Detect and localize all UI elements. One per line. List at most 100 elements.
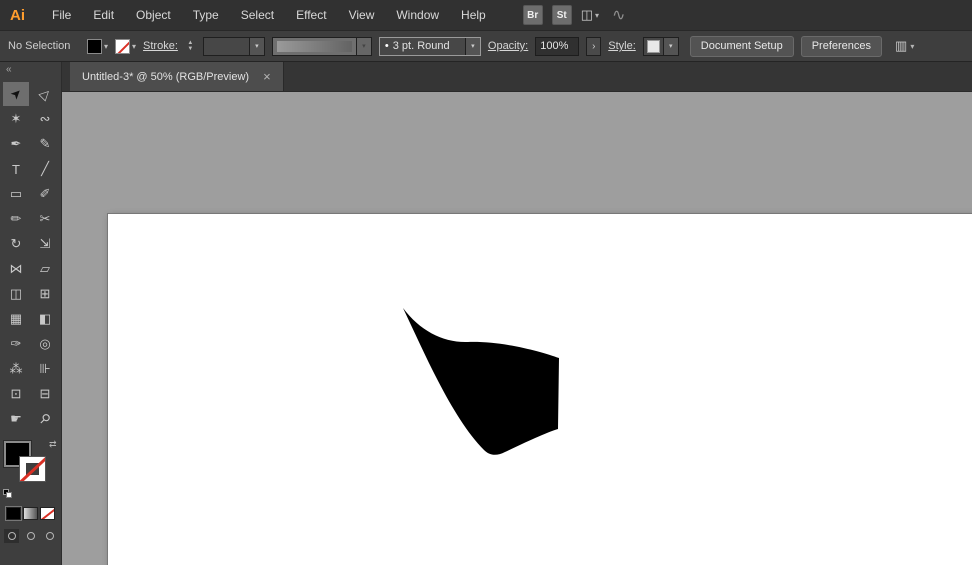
scale-tool-icon: ⇲ — [40, 236, 51, 252]
free-transform-tool[interactable]: ▱ — [32, 257, 58, 281]
curvature-tool[interactable]: ✎ — [32, 132, 58, 156]
brush-dot-icon: • — [380, 40, 389, 52]
scissors-tool[interactable]: ✂ — [32, 207, 58, 231]
hand-tool[interactable]: ☛ — [3, 407, 29, 431]
blend-tool-icon: ◎ — [39, 336, 50, 352]
stroke-width-select[interactable]: ▾ — [203, 37, 265, 56]
chevron-down-icon[interactable]: ▾ — [465, 38, 480, 55]
stepper-down-icon[interactable]: ▼ — [185, 47, 196, 52]
draw-inside-mode-button[interactable] — [42, 529, 57, 543]
chevron-down-icon[interactable]: ▾ — [249, 38, 264, 55]
opacity-label[interactable]: Opacity: — [488, 40, 528, 52]
default-fill-stroke-icon[interactable] — [3, 489, 13, 498]
stroke-label[interactable]: Stroke: — [143, 40, 178, 52]
type-tool[interactable]: T — [3, 157, 29, 181]
menu-object[interactable]: Object — [125, 0, 182, 30]
opacity-input[interactable] — [535, 37, 579, 56]
width-tool[interactable]: ⋈ — [3, 257, 29, 281]
menu-select[interactable]: Select — [230, 0, 285, 30]
blend-tool[interactable]: ◎ — [32, 332, 58, 356]
workspace-icon: ◫ — [581, 7, 593, 23]
document-tab[interactable]: Untitled-3* @ 50% (RGB/Preview) × — [70, 62, 284, 91]
perspective-grid-tool[interactable]: ⊞ — [32, 282, 58, 306]
draw-inside-icon — [46, 532, 54, 540]
zoom-tool[interactable]: ⚲ — [32, 407, 58, 431]
color-button[interactable] — [6, 507, 21, 520]
none-slash-icon — [19, 456, 46, 482]
stroke-color-swatch[interactable] — [19, 456, 46, 482]
direct-selection-tool[interactable]: ▷ — [32, 82, 58, 106]
stepper-up-icon[interactable]: ▲ — [185, 41, 196, 46]
menu-window[interactable]: Window — [385, 0, 450, 30]
pen-tool[interactable]: ✒ — [3, 132, 29, 156]
preferences-button[interactable]: Preferences — [801, 36, 882, 57]
arrange-control[interactable]: ▥ ▾ — [895, 38, 914, 54]
magic-wand-tool[interactable]: ✶ — [3, 107, 29, 131]
chevron-down-icon[interactable]: ▾ — [663, 38, 678, 55]
draw-mode-row — [0, 529, 61, 543]
app-logo[interactable]: Ai — [0, 7, 41, 24]
symbol-sprayer-tool[interactable]: ⁂ — [3, 357, 29, 381]
color-mode-row — [0, 507, 61, 520]
rectangle-tool[interactable]: ▭ — [3, 182, 29, 206]
stroke-color-control[interactable]: ▾ — [115, 39, 136, 54]
rotate-tool[interactable]: ↻ — [3, 232, 29, 256]
lasso-tool[interactable]: ∾ — [32, 107, 58, 131]
chevron-down-icon: ▾ — [910, 42, 914, 51]
menu-edit[interactable]: Edit — [82, 0, 125, 30]
mesh-tool[interactable]: ▦ — [3, 307, 29, 331]
width-profile-select: ▾ — [272, 37, 372, 56]
document-setup-button[interactable]: Document Setup — [690, 36, 794, 57]
scale-tool[interactable]: ⇲ — [32, 232, 58, 256]
chevron-down-icon: ▾ — [595, 11, 599, 20]
opacity-options-button[interactable]: › — [586, 37, 601, 56]
draw-normal-mode-button[interactable] — [4, 529, 19, 543]
style-label[interactable]: Style: — [608, 40, 636, 52]
tab-title: Untitled-3* @ 50% (RGB/Preview) — [82, 71, 249, 83]
stroke-width-stepper[interactable]: ▲ ▼ — [185, 41, 196, 52]
pencil-tool[interactable]: ✏ — [3, 207, 29, 231]
swap-fill-stroke-icon[interactable]: ⇄ — [49, 439, 57, 450]
stock-button[interactable]: St — [552, 5, 572, 25]
menu-help[interactable]: Help — [450, 0, 497, 30]
fill-color-control[interactable]: ▾ — [87, 39, 108, 54]
menu-type[interactable]: Type — [182, 0, 230, 30]
bridge-button[interactable]: Br — [523, 5, 543, 25]
chevron-down-icon: ▾ — [356, 38, 371, 55]
gradient-tool[interactable]: ◧ — [32, 307, 58, 331]
canvas[interactable] — [62, 92, 972, 565]
paintbrush-tool[interactable]: ✐ — [32, 182, 58, 206]
menu-view[interactable]: View — [338, 0, 386, 30]
gradient-button[interactable] — [23, 507, 38, 520]
menubar-right: Br St ◫ ▾ ∿ — [523, 5, 626, 25]
pen-tool-icon: ✒ — [11, 136, 22, 152]
style-select[interactable]: ▾ — [643, 37, 679, 56]
paintbrush-tool-icon: ✐ — [40, 186, 51, 202]
line-segment-tool[interactable]: ╱ — [32, 157, 58, 181]
column-graph-tool-icon: ⊪ — [39, 361, 50, 377]
sync-icon[interactable]: ∿ — [612, 5, 625, 25]
hand-tool-icon: ☛ — [10, 411, 22, 427]
menu-file[interactable]: File — [41, 0, 82, 30]
column-graph-tool[interactable]: ⊪ — [32, 357, 58, 381]
shape-builder-tool-icon: ◫ — [10, 286, 22, 302]
work-area: Untitled-3* @ 50% (RGB/Preview) × — [62, 62, 972, 565]
artboard-tool-icon: ⊡ — [11, 386, 22, 402]
symbol-sprayer-tool-icon: ⁂ — [10, 361, 23, 377]
close-icon[interactable]: × — [263, 69, 271, 84]
artboard-tool[interactable]: ⊡ — [3, 382, 29, 406]
fill-stroke-indicator: ⇄ — [3, 441, 59, 491]
slice-tool[interactable]: ⊟ — [32, 382, 58, 406]
menu-effect[interactable]: Effect — [285, 0, 337, 30]
none-button[interactable] — [40, 507, 55, 520]
magic-wand-tool-icon: ✶ — [11, 111, 22, 127]
drawn-shape[interactable] — [403, 308, 559, 455]
shape-builder-tool[interactable]: ◫ — [3, 282, 29, 306]
brush-definition-select[interactable]: • 3 pt. Round ▾ — [379, 37, 481, 56]
workspace-switcher[interactable]: ◫ ▾ — [581, 7, 599, 23]
toolbar-collapse-button[interactable]: « — [0, 62, 61, 78]
eyedropper-tool[interactable]: ✑ — [3, 332, 29, 356]
lasso-tool-icon: ∾ — [40, 111, 51, 127]
draw-behind-mode-button[interactable] — [23, 529, 38, 543]
selection-tool[interactable]: ➤ — [3, 82, 29, 106]
